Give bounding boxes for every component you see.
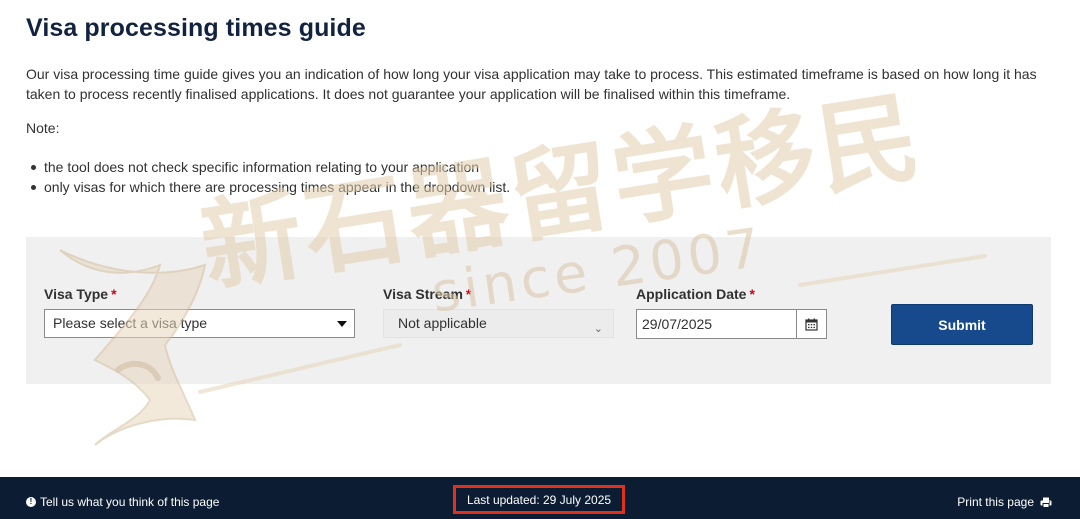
note-item-dropdown-scope: only visas for which there are processin…: [26, 177, 510, 197]
chevron-down-icon: ⌄: [593, 323, 603, 335]
notes-list: the tool does not check specific informa…: [26, 157, 510, 197]
application-date-group: 29/07/2025: [636, 309, 827, 339]
feedback-link[interactable]: ! Tell us what you think of this page: [26, 495, 219, 509]
print-label: Print this page: [957, 495, 1034, 509]
required-marker: *: [749, 286, 755, 302]
required-marker: *: [465, 286, 472, 302]
last-updated-text: Last updated: 29 July 2025: [453, 485, 625, 514]
intro-paragraph: Our visa processing time guide gives you…: [26, 66, 1037, 102]
calendar-icon: [805, 318, 818, 331]
visa-type-label: Visa Type *: [44, 286, 117, 302]
visa-stream-value: Not applicable: [398, 315, 487, 331]
visa-type-value: Please select a visa type: [53, 315, 208, 331]
visa-stream-field: Visa Stream * Not applicable ⌄: [383, 286, 614, 338]
application-date-input[interactable]: 29/07/2025: [636, 309, 796, 339]
feedback-label: Tell us what you think of this page: [40, 495, 220, 509]
visa-stream-label: Visa Stream *: [383, 286, 472, 302]
note-item-tool-scope: the tool does not check specific informa…: [26, 157, 510, 177]
submit-button[interactable]: Submit: [891, 304, 1033, 345]
visa-type-select[interactable]: Please select a visa type: [44, 309, 355, 338]
application-date-field: Application Date * 29/07/2025: [636, 286, 827, 339]
visa-stream-select[interactable]: Not applicable ⌄: [383, 309, 614, 338]
calendar-button[interactable]: [796, 309, 827, 339]
printer-icon: [1040, 497, 1052, 508]
page-title: Visa processing times guide: [26, 14, 366, 42]
info-circle-icon: !: [26, 497, 36, 507]
page-footer: ! Tell us what you think of this page La…: [0, 477, 1080, 519]
required-marker: *: [111, 286, 117, 302]
caret-down-icon: [337, 321, 347, 327]
visa-search-form: Visa Type * Please select a visa type Vis…: [26, 237, 1051, 384]
print-page-link[interactable]: Print this page: [957, 495, 1052, 509]
visa-type-field: Visa Type * Please select a visa type: [44, 286, 355, 338]
application-date-label: Application Date *: [636, 286, 755, 302]
last-updated-label: Last updated: 29 July 2025: [466, 492, 612, 507]
note-label: Note:: [26, 120, 60, 136]
